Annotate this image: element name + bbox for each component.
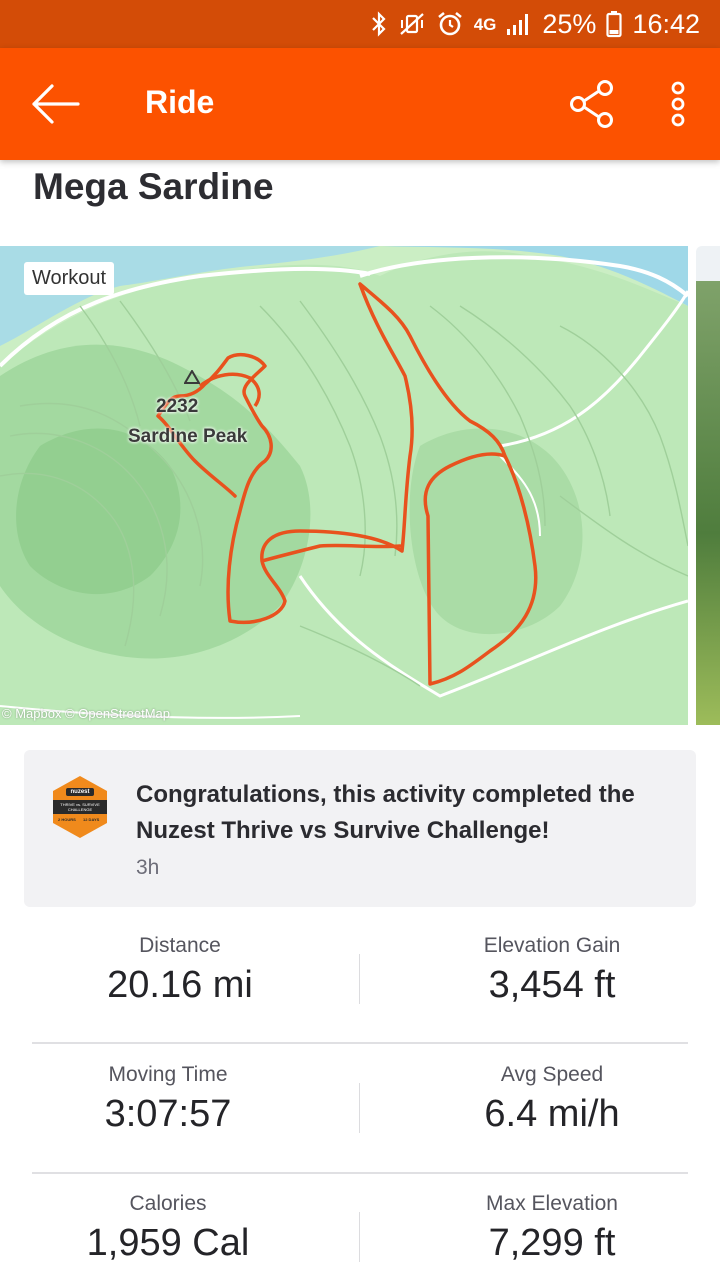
clock: 16:42 (632, 8, 700, 39)
stat-distance: Distance 20.16 mi (0, 934, 360, 1007)
stat-label: Elevation Gain (483, 934, 621, 957)
stat-elevation-gain: Elevation Gain 3,454 ft (372, 934, 720, 1007)
stat-max-elevation: Max Elevation 7,299 ft (372, 1192, 720, 1265)
stats-row-divider (32, 1042, 688, 1044)
route-map[interactable]: Workout 2232 Sardine Peak © Mapbox © Ope… (0, 246, 688, 725)
stat-divider (359, 954, 360, 1004)
stat-value: 6.4 mi/h (484, 1093, 620, 1135)
stat-divider (359, 1083, 360, 1133)
stat-divider (359, 1212, 360, 1262)
stat-value: 7,299 ft (488, 1222, 616, 1264)
stats-row-divider (32, 1172, 688, 1174)
challenge-badge-right: 12 DAYS (83, 817, 100, 822)
stat-label: Avg Speed (500, 1063, 604, 1086)
stat-value: 20.16 mi (107, 964, 253, 1006)
signal-icon (507, 14, 529, 35)
more-vertical-icon (671, 81, 685, 127)
arrow-left-icon (32, 84, 80, 124)
challenge-time-ago: 3h (136, 856, 160, 879)
vibrate-mute-icon (399, 13, 424, 35)
stat-value: 1,959 Cal (86, 1222, 250, 1264)
challenge-badge-title: THRIVE vs. SURVIVE CHALLENGE (60, 802, 100, 812)
stat-moving-time: Moving Time 3:07:57 (0, 1063, 348, 1136)
photo-carousel-peek[interactable] (696, 246, 720, 725)
stat-label: Max Elevation (486, 1192, 618, 1215)
app-bar-title: Ride (145, 84, 215, 120)
challenge-badge-brand: nuzest (70, 789, 90, 795)
peak-name-label: Sardine Peak (128, 426, 248, 447)
status-bar: 4G 25% 16:42 (0, 0, 720, 48)
stat-label: Distance (139, 934, 221, 957)
challenge-badge-left: 2 HOURS (58, 817, 76, 822)
network-type: 4G (473, 14, 497, 34)
app-bar: Ride (0, 48, 720, 160)
bluetooth-icon (371, 11, 386, 37)
peak-icon (184, 370, 200, 384)
challenge-card[interactable]: nuzest THRIVE vs. SURVIVE CHALLENGE 2 HO… (24, 750, 696, 907)
stat-calories: Calories 1,959 Cal (0, 1192, 348, 1265)
map-attribution[interactable]: © Mapbox © OpenStreetMap (2, 706, 170, 721)
map-terrain (0, 246, 688, 725)
challenge-message: Congratulations, this activity completed… (136, 781, 635, 844)
stat-value: 3,454 ft (488, 964, 616, 1006)
more-options-button[interactable] (660, 78, 696, 130)
peak-elevation-label: 2232 (156, 396, 199, 417)
workout-badge: Workout (24, 262, 115, 295)
share-icon (570, 80, 613, 128)
stat-label: Calories (129, 1192, 207, 1215)
status-icons: 4G 25% 16:42 (370, 0, 700, 48)
challenge-badge: nuzest THRIVE vs. SURVIVE CHALLENGE 2 HO… (50, 774, 110, 840)
stat-label: Moving Time (108, 1063, 228, 1086)
stat-avg-speed: Avg Speed 6.4 mi/h (372, 1063, 720, 1136)
alarm-icon (437, 11, 462, 36)
share-button[interactable] (566, 78, 618, 130)
battery-icon (606, 11, 623, 38)
battery-percent: 25% (542, 8, 597, 39)
activity-title: Mega Sardine (33, 166, 274, 207)
stat-value: 3:07:57 (104, 1093, 232, 1135)
back-button[interactable] (26, 78, 82, 130)
